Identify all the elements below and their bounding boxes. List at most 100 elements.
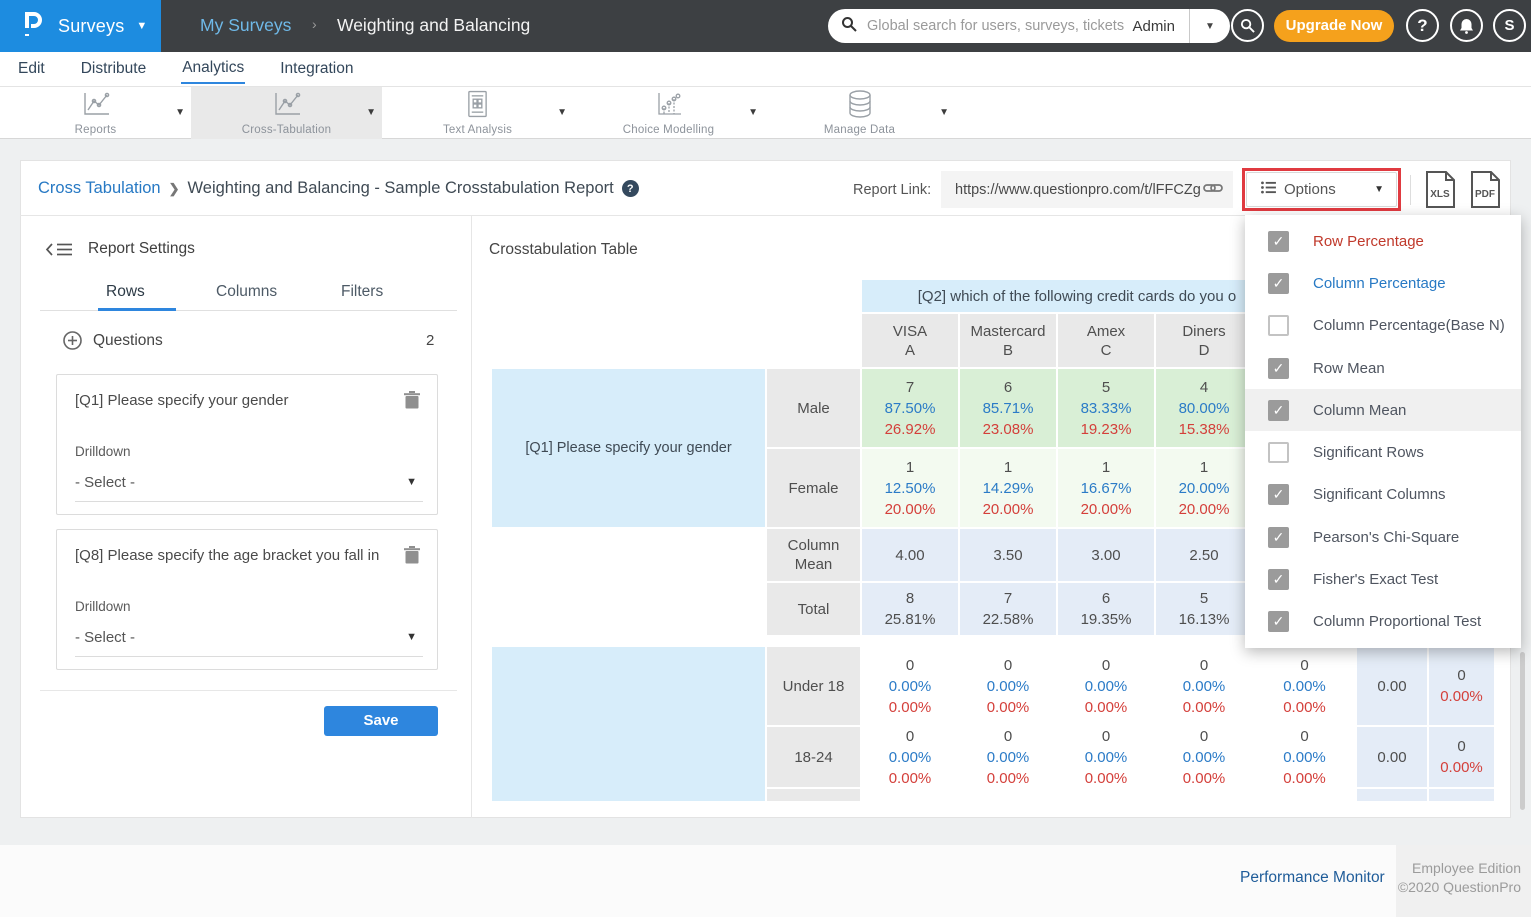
checkbox-checked-icon[interactable]: ✓	[1268, 358, 1289, 379]
chevron-down-icon[interactable]: ▼	[748, 107, 758, 118]
table-cell: 116.67%20.00%	[1058, 449, 1154, 527]
table-cell: 00.00%0.00%	[960, 647, 1056, 725]
options-menu-item-row-mean[interactable]: ✓Row Mean	[1245, 347, 1521, 389]
checkbox-checked-icon[interactable]: ✓	[1268, 527, 1289, 548]
toolbar-item-reports[interactable]: Reports▼	[0, 87, 191, 139]
global-search[interactable]: Global search for users, surveys, ticket…	[828, 9, 1230, 43]
drilldown-select[interactable]: - Select -	[75, 474, 135, 491]
table-cell	[1156, 789, 1252, 801]
row-header: Total	[767, 583, 860, 635]
table-cell: 3.00	[1058, 529, 1154, 581]
table-cell: 114.29%20.00%	[960, 449, 1056, 527]
upgrade-now-button[interactable]: Upgrade Now	[1274, 10, 1394, 42]
search-input[interactable]: Global search for users, surveys, ticket…	[867, 18, 1132, 34]
options-menu-item-significant-rows[interactable]: Significant Rows	[1245, 431, 1521, 473]
table-cell	[1058, 789, 1154, 801]
checkbox-unchecked-icon[interactable]	[1268, 315, 1289, 336]
checkbox-unchecked-icon[interactable]	[1268, 442, 1289, 463]
tab-filters[interactable]: Filters	[341, 283, 383, 301]
options-menu-item-column-proportional-test[interactable]: ✓Column Proportional Test	[1245, 601, 1521, 643]
add-question-button[interactable]	[63, 331, 82, 355]
help-icon[interactable]: ?	[622, 180, 639, 197]
table-scrollbar[interactable]	[1520, 652, 1525, 810]
options-menu-item-fisher-s-exact-test[interactable]: ✓Fisher's Exact Test	[1245, 558, 1521, 600]
user-avatar[interactable]: S	[1493, 9, 1526, 42]
link-icon[interactable]	[1203, 181, 1223, 199]
product-menu[interactable]: Surveys ▼	[0, 0, 161, 52]
checkbox-checked-icon[interactable]: ✓	[1268, 484, 1289, 505]
notifications-button[interactable]	[1450, 9, 1483, 42]
document-icon	[466, 90, 489, 123]
tab-columns[interactable]: Columns	[216, 283, 277, 301]
product-menu-label: Surveys	[58, 16, 124, 37]
nav-item-distribute[interactable]: Distribute	[80, 55, 147, 83]
table-cell	[1357, 789, 1427, 801]
table-cell	[1429, 789, 1494, 801]
chevron-down-icon[interactable]: ▼	[939, 107, 949, 118]
export-xls-button[interactable]: XLS	[1424, 170, 1457, 214]
report-link-label: Report Link:	[853, 182, 931, 198]
table-cell: 825.81%	[862, 583, 958, 635]
tab-rows[interactable]: Rows	[106, 283, 145, 301]
options-menu-item-row-percentage[interactable]: ✓Row Percentage	[1245, 220, 1521, 262]
options-button[interactable]: Options ▼	[1246, 172, 1397, 207]
chevron-down-icon[interactable]: ▼	[406, 631, 417, 643]
survey-nav: Edit Distribute Analytics Integration	[0, 52, 1531, 87]
trash-icon[interactable]	[404, 391, 420, 414]
chevron-down-icon[interactable]: ▼	[406, 476, 417, 488]
breadcrumb-my-surveys[interactable]: My Surveys	[200, 15, 291, 36]
options-menu-item-column-percentage-base-n-[interactable]: Column Percentage(Base N)	[1245, 305, 1521, 347]
trash-icon[interactable]	[404, 546, 420, 569]
database-icon	[847, 90, 873, 123]
table-cell: 583.33%19.23%	[1058, 369, 1154, 447]
line-chart-icon	[81, 91, 111, 123]
breadcrumb-survey-name: Weighting and Balancing	[337, 15, 530, 36]
nav-item-integration[interactable]: Integration	[279, 55, 354, 83]
drilldown-label: Drilldown	[75, 599, 131, 614]
column-header: VISAA	[862, 314, 958, 367]
search-scope-dropdown[interactable]: ▼	[1190, 21, 1230, 32]
toolbar-item-text-analysis[interactable]: Text Analysis▼	[382, 87, 573, 139]
search-submit-button[interactable]	[1231, 9, 1264, 42]
toolbar-item-choice-modelling[interactable]: Choice Modelling ▼	[573, 87, 764, 139]
copyright-label: ©2020 QuestionPro	[1396, 878, 1521, 897]
report-link-box[interactable]: https://www.questionpro.com/t/lFFCZg	[941, 171, 1233, 208]
toolbar-item-cross-tabulation[interactable]: Cross-Tabulation▼	[191, 87, 382, 139]
nav-item-analytics[interactable]: Analytics	[181, 54, 245, 84]
questionpro-logo-icon	[22, 10, 44, 43]
cross-tabulation-link[interactable]: Cross Tabulation	[38, 179, 161, 198]
table-cell: 480.00%15.38%	[1156, 369, 1252, 447]
save-button[interactable]: Save	[324, 706, 438, 736]
options-menu-item-pearson-s-chi-square[interactable]: ✓Pearson's Chi-Square	[1245, 516, 1521, 558]
search-scope-value: Admin	[1132, 18, 1189, 35]
checkbox-checked-icon[interactable]: ✓	[1268, 400, 1289, 421]
crosstab-block-gender: [Q2] which of the following credit cards…	[492, 280, 1252, 635]
options-menu-item-column-percentage[interactable]: ✓Column Percentage	[1245, 262, 1521, 304]
edition-label: Employee Edition	[1396, 859, 1521, 878]
row-header: 18-24	[767, 727, 860, 787]
options-menu-item-column-mean[interactable]: ✓Column Mean	[1245, 389, 1521, 431]
chevron-down-icon[interactable]: ▼	[175, 107, 185, 118]
checkbox-checked-icon[interactable]: ✓	[1268, 273, 1289, 294]
nav-item-edit[interactable]: Edit	[17, 55, 46, 83]
table-cell: 516.13%	[1156, 583, 1252, 635]
report-title: Weighting and Balancing - Sample Crossta…	[188, 179, 614, 198]
chevron-down-icon: ▼	[136, 20, 147, 32]
toolbar-item-label: Choice Modelling	[623, 124, 714, 136]
checkbox-checked-icon[interactable]: ✓	[1268, 569, 1289, 590]
options-menu-item-label: Column Percentage(Base N)	[1313, 317, 1505, 334]
question-card: [Q1] Please specify your genderDrilldown…	[56, 374, 438, 515]
options-menu-item-significant-columns[interactable]: ✓Significant Columns	[1245, 474, 1521, 516]
report-url[interactable]: https://www.questionpro.com/t/lFFCZg	[955, 182, 1203, 198]
help-button[interactable]: ?	[1406, 9, 1439, 42]
total-cell: 00.00%	[1429, 647, 1494, 725]
chevron-down-icon[interactable]: ▼	[557, 107, 567, 118]
checkbox-checked-icon[interactable]: ✓	[1268, 231, 1289, 252]
drilldown-select[interactable]: - Select -	[75, 629, 135, 646]
chevron-down-icon[interactable]: ▼	[366, 107, 376, 118]
collapse-panel-icon[interactable]	[45, 241, 73, 263]
toolbar-item-manage-data[interactable]: Manage Data▼	[764, 87, 955, 139]
checkbox-checked-icon[interactable]: ✓	[1268, 611, 1289, 632]
performance-monitor-link[interactable]: Performance Monitor	[1240, 869, 1385, 887]
export-pdf-button[interactable]: PDF	[1469, 170, 1502, 214]
